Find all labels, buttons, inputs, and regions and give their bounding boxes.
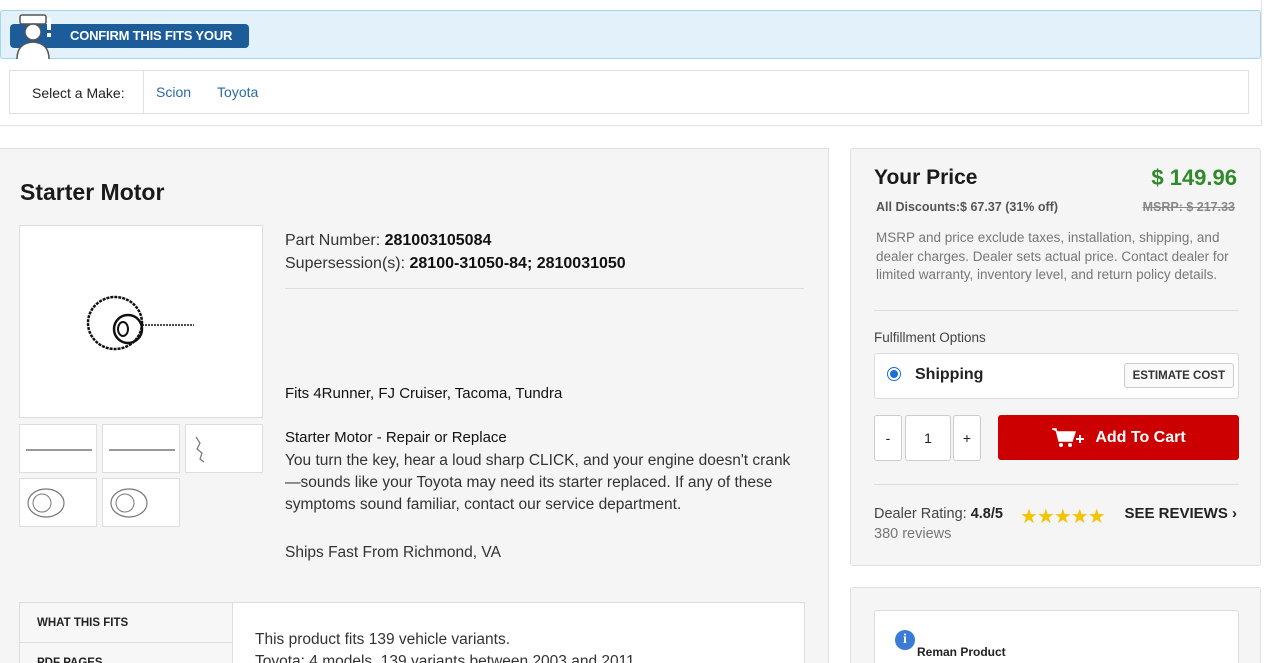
product-title: Starter Motor	[20, 179, 165, 205]
confirm-fit-banner[interactable]: CONFIRM THIS FITS YOUR	[0, 10, 1261, 59]
thumbnail-image	[195, 436, 205, 463]
starter-motor-drawing	[86, 295, 194, 351]
ships-from: Ships Fast From Richmond, VA	[285, 544, 501, 561]
rating-divider	[874, 484, 1239, 485]
thumbnail-image	[26, 449, 92, 451]
your-price-label: Your Price	[874, 166, 978, 189]
description-body: You turn the key, hear a loud sharp CLIC…	[285, 452, 791, 513]
shipping-label: Shipping	[915, 366, 984, 383]
shipping-radio[interactable]	[887, 367, 901, 381]
part-info: Part Number: 281003105084 Supersession(s…	[285, 229, 626, 275]
make-link-toyota[interactable]: Toyota	[217, 84, 258, 100]
part-number-line: Part Number: 281003105084	[285, 229, 626, 252]
mechanic-icon	[16, 14, 51, 59]
fit-variants-text: Toyota: 4 models, 139 variants between 2…	[255, 653, 635, 663]
dealer-rating-value: 4.8/5	[970, 506, 1003, 522]
cart-plus-icon	[1052, 427, 1085, 447]
qty-decrease-button[interactable]: -	[874, 415, 902, 461]
make-link-scion[interactable]: Scion	[156, 84, 191, 100]
tab-content: This product fits 139 vehicle variants. …	[255, 629, 635, 663]
msrp-text: MSRP: $ 217.33	[1142, 200, 1235, 214]
price-panel: Your Price $ 149.96 All Discounts:$ 67.3…	[850, 148, 1261, 566]
tab-what-this-fits[interactable]: WHAT THIS FITS	[20, 603, 232, 643]
supersession-value: 28100-31050-84; 2810031050	[409, 255, 626, 272]
thumbnail-image	[27, 488, 65, 518]
product-thumbnail[interactable]	[19, 424, 97, 473]
add-to-cart-label: Add To Cart	[1095, 428, 1186, 446]
fit-section: CONFIRM THIS FITS YOUR Select a Make: Sc…	[0, 0, 1262, 126]
reviews-count: 380 reviews	[874, 526, 952, 542]
fit-count-text: This product fits 139 vehicle variants.	[255, 631, 511, 648]
dealer-rating: Dealer Rating: 4.8/5	[874, 506, 1003, 522]
dealer-rating-label: Dealer Rating:	[874, 506, 967, 522]
fits-summary: Fits 4Runner, FJ Cruiser, Tacoma, Tundra	[285, 385, 563, 402]
select-make-row: Select a Make: Scion Toyota	[9, 70, 1249, 114]
shipping-option[interactable]: Shipping ESTIMATE COST	[874, 353, 1239, 399]
add-to-cart-button[interactable]: Add To Cart	[998, 415, 1239, 460]
reman-panel: i Reman Product	[850, 587, 1261, 663]
supersession-line: Supersession(s): 28100-31050-84; 2810031…	[285, 252, 626, 275]
tab-list: WHAT THIS FITS PDF PAGES	[20, 603, 233, 663]
description-title: Starter Motor - Repair or Replace	[285, 429, 507, 446]
estimate-cost-button[interactable]: ESTIMATE COST	[1123, 363, 1234, 388]
reman-product-label: Reman Product	[917, 645, 1006, 659]
tab-pdf-pages[interactable]: PDF PAGES	[20, 643, 232, 663]
reman-box: i Reman Product	[874, 610, 1239, 663]
product-panel: Starter Motor Part Number: 281003105084 …	[0, 148, 829, 663]
quantity-input[interactable]	[905, 415, 951, 461]
info-divider	[285, 288, 804, 289]
qty-increase-button[interactable]: +	[953, 415, 981, 461]
fulfillment-label: Fulfillment Options	[874, 330, 986, 345]
see-reviews-link[interactable]: SEE REVIEWS ›	[1124, 505, 1237, 522]
thumbnail-image	[110, 488, 148, 518]
product-thumbnail[interactable]	[102, 478, 180, 527]
product-thumbnail[interactable]	[185, 424, 263, 473]
thumbnail-image	[109, 449, 175, 451]
product-main-image[interactable]	[19, 225, 263, 418]
product-thumbnail[interactable]	[19, 478, 97, 527]
price-divider	[874, 310, 1239, 311]
part-number-value: 281003105084	[384, 232, 492, 249]
select-make-label: Select a Make:	[10, 71, 144, 113]
product-tabs: WHAT THIS FITS PDF PAGES This product fi…	[19, 602, 805, 663]
discounts-text: All Discounts:$ 67.37 (31% off)	[876, 200, 1058, 214]
info-icon: i	[895, 630, 915, 650]
price-disclaimer: MSRP and price exclude taxes, installati…	[876, 230, 1229, 282]
product-thumbnail[interactable]	[102, 424, 180, 473]
supersession-label: Supersession(s):	[285, 255, 406, 272]
star-rating-icon: ★★★★★	[1020, 506, 1106, 528]
part-number-label: Part Number:	[285, 232, 381, 249]
price-value: $ 149.96	[1151, 165, 1237, 190]
